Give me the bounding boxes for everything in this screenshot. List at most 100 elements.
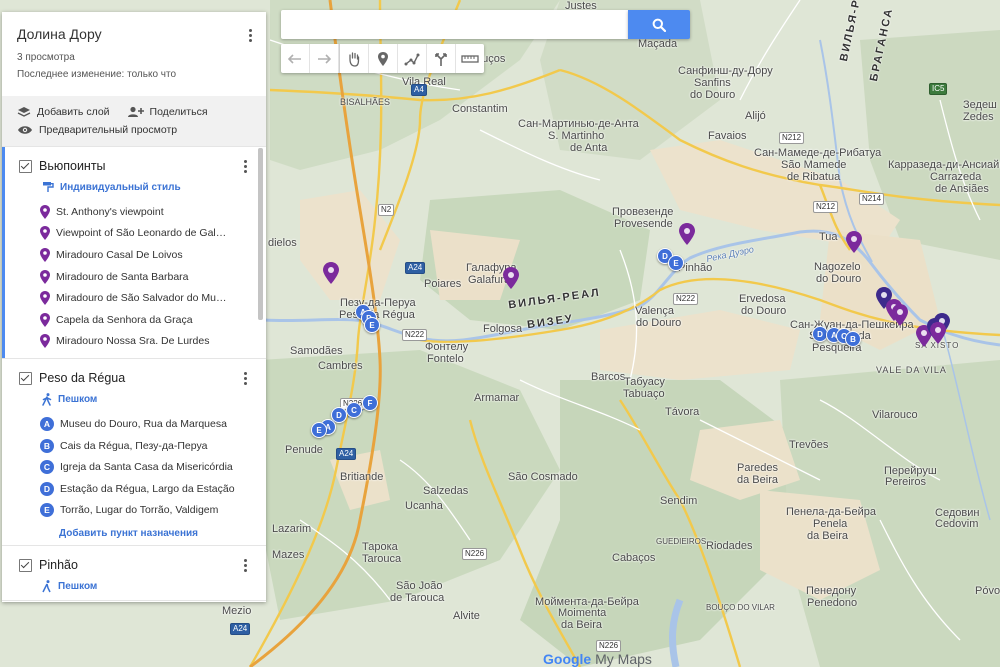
layer-options-icon[interactable] xyxy=(237,556,253,574)
google-my-maps-logo: Google My Maps xyxy=(543,651,652,667)
marker-icon xyxy=(378,51,388,66)
item-label: Estação da Régua, Largo da Estação xyxy=(60,482,235,495)
travel-mode-label: Пешком xyxy=(58,580,98,592)
directions-icon xyxy=(435,52,447,66)
add-person-icon xyxy=(127,106,144,117)
search-field[interactable] xyxy=(289,10,623,39)
share-button[interactable]: Поделиться xyxy=(127,106,208,118)
hand-icon xyxy=(349,51,360,67)
list-item[interactable]: Miradouro Nossa Sra. De Lurdes xyxy=(2,331,266,353)
redo-button[interactable] xyxy=(310,44,339,73)
road-badge: A24 xyxy=(336,448,357,460)
list-item[interactable]: Miradouro de Santa Barbara xyxy=(2,266,266,288)
search-button[interactable] xyxy=(628,10,690,39)
list-item[interactable]: Capela da Senhora da Graça xyxy=(2,309,266,331)
viewpoint-pin[interactable] xyxy=(323,262,339,284)
viewpoint-pin[interactable] xyxy=(679,223,695,245)
directions-tool[interactable] xyxy=(427,44,456,73)
preview-button[interactable]: Предварительный просмотр xyxy=(17,124,177,136)
layer-name[interactable]: Вьюпоинты xyxy=(39,159,106,173)
style-link[interactable]: Индивидуальный стиль xyxy=(2,179,266,195)
route-marker[interactable]: E xyxy=(364,317,380,333)
list-item[interactable]: A Museu do Douro, Rua da Marquesa xyxy=(2,413,266,435)
purple-pin-icon xyxy=(40,226,50,241)
redo-icon xyxy=(318,53,331,64)
draw-line-tool[interactable] xyxy=(398,44,427,73)
pan-tool[interactable] xyxy=(339,44,369,73)
purple-pin-icon xyxy=(40,269,50,284)
list-item[interactable]: St. Anthony's viewpoint xyxy=(2,201,266,223)
list-item[interactable]: Viewpoint of São Leonardo de Galafura xyxy=(2,223,266,245)
add-layer-button[interactable]: Добавить слой xyxy=(17,106,110,118)
road-badge: N214 xyxy=(859,193,885,205)
style-label: Индивидуальный стиль xyxy=(60,181,181,193)
list-item[interactable]: Miradouro de São Salvador do Mundo xyxy=(2,287,266,309)
route-marker[interactable]: F xyxy=(362,395,378,411)
viewpoint-pin[interactable] xyxy=(503,267,519,289)
list-item[interactable]: C Igreja da Santa Casa da Misericórdia xyxy=(2,456,266,478)
waypoint-letter: B xyxy=(40,438,54,453)
layer-name[interactable]: Peso da Régua xyxy=(39,371,125,385)
paint-roller-icon xyxy=(43,182,54,192)
layer-viewpoints[interactable]: Вьюпоинты Индивидуальный стиль St. Antho… xyxy=(2,147,266,360)
search-icon xyxy=(652,18,666,32)
list-item[interactable]: D Estação da Régua, Largo da Estação xyxy=(2,478,266,500)
item-label: St. Anthony's viewpoint xyxy=(56,205,164,218)
eye-icon xyxy=(18,126,32,134)
purple-pin-icon xyxy=(40,312,50,327)
route-marker[interactable]: B xyxy=(845,331,861,347)
undo-icon xyxy=(288,53,301,64)
map-options-icon[interactable] xyxy=(242,26,258,44)
viewpoint-pin[interactable] xyxy=(930,322,946,344)
item-label: Museu do Douro, Rua da Marquesa xyxy=(60,417,227,430)
add-destination-link[interactable]: Добавить пункт назначения xyxy=(2,521,266,545)
item-label: Miradouro Nossa Sra. De Lurdes xyxy=(56,335,210,348)
road-badge: A24 xyxy=(230,623,251,635)
layer-visibility-checkbox[interactable] xyxy=(19,371,32,385)
map-title[interactable]: Долина Дору xyxy=(17,26,251,42)
layer-visibility-checkbox[interactable] xyxy=(19,558,32,572)
layers-icon xyxy=(17,107,31,117)
layer-pinhao[interactable]: Pinhão Пешком xyxy=(2,546,266,602)
list-item[interactable]: Miradouro Casal De Loivos xyxy=(2,244,266,266)
item-label: Miradouro Casal De Loivos xyxy=(56,248,183,261)
list-item[interactable]: B Cais da Régua, Пезу-да-Перуа xyxy=(2,435,266,457)
road-badge: N222 xyxy=(673,293,699,305)
route-marker[interactable]: C xyxy=(346,402,362,418)
undo-button[interactable] xyxy=(281,44,310,73)
add-marker-tool[interactable] xyxy=(369,44,398,73)
route-marker[interactable]: E xyxy=(668,255,684,271)
road-badge: A4 xyxy=(411,84,427,96)
road-badge: N212 xyxy=(779,132,805,144)
purple-pin-icon xyxy=(40,204,50,219)
map-toolbar xyxy=(281,44,484,73)
viewpoint-pin[interactable] xyxy=(892,304,908,326)
layer-peso-da-regua[interactable]: Peso da Régua Пешком A Museu do Douro, Ru… xyxy=(2,359,266,547)
measure-tool[interactable] xyxy=(456,44,484,73)
travel-mode-label: Пешком xyxy=(58,393,98,405)
draw-line-icon xyxy=(404,53,420,65)
route-marker[interactable]: E xyxy=(311,422,327,438)
panel-scrollbar[interactable] xyxy=(258,148,263,320)
add-layer-label: Добавить слой xyxy=(37,106,110,118)
road-badge: N212 xyxy=(813,201,839,213)
travel-mode-link[interactable]: Пешком xyxy=(2,578,266,594)
layer-name[interactable]: Pinhão xyxy=(39,558,78,572)
layer-visibility-checkbox[interactable] xyxy=(19,159,32,173)
item-label: Cais da Régua, Пезу-да-Перуа xyxy=(60,439,208,452)
search-input[interactable] xyxy=(281,10,628,39)
road-badge: N222 xyxy=(402,329,428,341)
viewpoint-pin[interactable] xyxy=(846,231,862,253)
ruler-icon xyxy=(461,54,479,63)
list-item[interactable]: E Torrão, Lugar do Torrão, Valdigem xyxy=(2,500,266,522)
share-label: Поделиться xyxy=(149,106,208,118)
road-badge: N226 xyxy=(462,548,488,560)
layer-options-icon[interactable] xyxy=(237,369,253,387)
travel-mode-link[interactable]: Пешком xyxy=(2,391,266,407)
purple-pin-icon xyxy=(40,247,50,262)
road-badge: N2 xyxy=(378,204,395,216)
view-count: 3 просмотра xyxy=(17,52,75,63)
item-label: Miradouro de São Salvador do Mundo xyxy=(56,292,231,305)
layer-options-icon[interactable] xyxy=(237,157,253,175)
purple-pin-icon xyxy=(40,291,50,306)
